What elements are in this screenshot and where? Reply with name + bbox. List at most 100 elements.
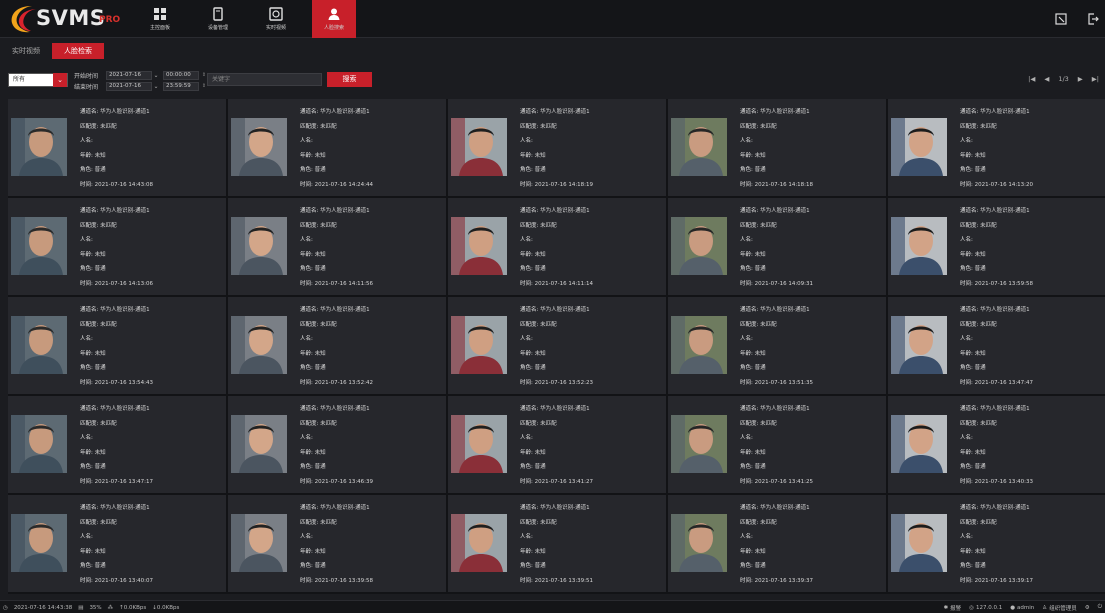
- tab-live-video[interactable]: 实时视频: [0, 43, 52, 59]
- person-role: 普通: [534, 167, 546, 174]
- face-snapshot[interactable]: [891, 514, 947, 572]
- face-snapshot[interactable]: [451, 118, 507, 176]
- face-result-info: 通道名: 华为人脸识别-通道1 匹配度: 未匹配 人名: 年龄: 未知 角色: 普通时…: [80, 204, 153, 292]
- face-snapshot[interactable]: [11, 316, 67, 374]
- face-snapshot[interactable]: [891, 415, 947, 473]
- first-page-button[interactable]: |◀: [1028, 75, 1035, 83]
- face-result-card[interactable]: 通道名: 华为人脸识别-通道1 匹配度: 未匹配 人名: 年龄: 未知 角色: 普通时…: [228, 495, 448, 594]
- search-button[interactable]: 搜索: [327, 72, 372, 87]
- face-result-card[interactable]: 通道名: 华为人脸识别-通道1 匹配度: 未匹配 人名: 年龄: 未知 角色: 普通时…: [448, 495, 668, 594]
- face-result-card[interactable]: 通道名: 华为人脸识别-通道1 匹配度: 未匹配 人名: 年龄: 未知 角色: 普通时…: [668, 297, 888, 396]
- face-result-card[interactable]: 通道名: 华为人脸识别-通道1 匹配度: 未匹配 人名: 年龄: 未知 角色: 普通时…: [668, 99, 888, 198]
- face-snapshot[interactable]: [891, 217, 947, 275]
- net-download: ↓0.0KBps: [152, 604, 180, 611]
- face-result-card[interactable]: 通道名: 华为人脸识别-通道1 匹配度: 未匹配 人名: 年龄: 未知 角色: 普通时…: [228, 99, 448, 198]
- face-snapshot[interactable]: [11, 217, 67, 275]
- face-snapshot[interactable]: [671, 118, 727, 176]
- server-ip: 127.0.0.1: [975, 604, 1003, 611]
- face-result-card[interactable]: 通道名: 华为人脸识别-通道1 匹配度: 未匹配 人名: 年龄: 未知 角色: 普通时…: [888, 495, 1105, 594]
- channel-select[interactable]: 所有 ⌄: [8, 73, 68, 87]
- prev-page-button[interactable]: ◀: [1044, 75, 1049, 83]
- person-age: 未知: [94, 251, 106, 258]
- chevron-down-icon[interactable]: ⌄: [152, 72, 160, 79]
- nav-live-video[interactable]: 实时视频: [254, 0, 298, 38]
- face-result-card[interactable]: 通道名: 华为人脸识别-通道1 匹配度: 未匹配 人名: 年龄: 未知 角色: 普通时…: [448, 396, 668, 495]
- nav-device-management[interactable]: 设备管理: [196, 0, 240, 38]
- next-page-button[interactable]: ▶: [1078, 75, 1083, 83]
- tab-face-search[interactable]: 人脸检索: [52, 43, 104, 59]
- face-snapshot[interactable]: [671, 217, 727, 275]
- face-result-card[interactable]: 通道名: 华为人脸识别-通道1 匹配度: 未匹配 人名: 年龄: 未知 角色: 普通时…: [888, 297, 1105, 396]
- face-snapshot[interactable]: [11, 118, 67, 176]
- face-result-card[interactable]: 通道名: 华为人脸识别-通道1 匹配度: 未匹配 人名: 年龄: 未知 角色: 普通时…: [8, 198, 228, 297]
- field-label: 人名:: [300, 435, 313, 442]
- face-result-card[interactable]: 通道名: 华为人脸识别-通道1 匹配度: 未匹配 人名: 年龄: 未知 角色: 普通时…: [888, 198, 1105, 297]
- face-snapshot[interactable]: [451, 514, 507, 572]
- face-result-info: 通道名: 华为人脸识别-通道1 匹配度: 未匹配 人名: 年龄: 未知 角色: 普通时…: [300, 303, 373, 391]
- last-page-button[interactable]: ▶|: [1092, 75, 1099, 83]
- field-label: 年龄:: [300, 251, 313, 258]
- face-result-card[interactable]: 通道名: 华为人脸识别-通道1 匹配度: 未匹配 人名: 年龄: 未知 角色: 普通时…: [228, 198, 448, 297]
- face-snapshot[interactable]: [671, 415, 727, 473]
- end-time-field[interactable]: 23:59:59: [163, 81, 199, 91]
- face-result-card[interactable]: 通道名: 华为人脸识别-通道1 匹配度: 未匹配 人名: 年龄: 未知 角色: 普通时…: [668, 396, 888, 495]
- face-result-card[interactable]: 通道名: 华为人脸识别-通道1 匹配度: 未匹配 人名: 年龄: 未知 角色: 普通时…: [8, 495, 228, 594]
- face-snapshot[interactable]: [11, 415, 67, 473]
- face-snapshot[interactable]: [671, 514, 727, 572]
- start-time-field[interactable]: 00:00:00: [163, 70, 199, 80]
- logo-swoosh-icon: [11, 6, 36, 33]
- nav-face-search[interactable]: 人脸搜索: [312, 0, 356, 38]
- face-snapshot[interactable]: [671, 316, 727, 374]
- alarm-label[interactable]: 报警: [950, 604, 961, 612]
- face-snapshot[interactable]: [451, 415, 507, 473]
- face-result-card[interactable]: 通道名: 华为人脸识别-通道1 匹配度: 未匹配 人名: 年龄: 未知 角色: 普通时…: [8, 99, 228, 198]
- keyword-input[interactable]: [207, 73, 322, 86]
- person-age: 未知: [974, 350, 986, 357]
- face-result-info: 通道名: 华为人脸识别-通道1 匹配度: 未匹配 人名: 年龄: 未知 角色: 普通时…: [960, 303, 1033, 391]
- field-label: 年龄:: [300, 548, 313, 555]
- face-snapshot[interactable]: [451, 316, 507, 374]
- face-snapshot[interactable]: [231, 316, 287, 374]
- minimize-window-icon[interactable]: [1055, 13, 1067, 25]
- field-label: 匹配度:: [520, 420, 539, 427]
- face-snapshot[interactable]: [231, 415, 287, 473]
- face-snapshot[interactable]: [891, 316, 947, 374]
- face-result-card[interactable]: 通道名: 华为人脸识别-通道1 匹配度: 未匹配 人名: 年龄: 未知 角色: 普通时…: [668, 495, 888, 594]
- page-indicator: 1/3: [1058, 75, 1069, 83]
- face-result-card[interactable]: 通道名: 华为人脸识别-通道1 匹配度: 未匹配 人名: 年龄: 未知 角色: 普通时…: [228, 396, 448, 495]
- face-snapshot[interactable]: [231, 514, 287, 572]
- capture-time: 2021-07-16 13:41:25: [754, 478, 814, 485]
- nav-dashboard[interactable]: 主控面板: [138, 0, 182, 38]
- face-result-card[interactable]: 通道名: 华为人脸识别-通道1 匹配度: 未匹配 人名: 年龄: 未知 角色: 普通时…: [448, 297, 668, 396]
- face-result-info: 通道名: 华为人脸识别-通道1 匹配度: 未匹配 人名: 年龄: 未知 角色: 普通时…: [80, 402, 153, 490]
- face-result-card[interactable]: 通道名: 华为人脸识别-通道1 匹配度: 未匹配 人名: 年龄: 未知 角色: 普通时…: [8, 297, 228, 396]
- power-icon[interactable]: ⏻: [1098, 604, 1102, 611]
- face-snapshot[interactable]: [11, 514, 67, 572]
- face-result-card[interactable]: 通道名: 华为人脸识别-通道1 匹配度: 未匹配 人名: 年龄: 未知 角色: 普通时…: [888, 396, 1105, 495]
- face-result-card[interactable]: 通道名: 华为人脸识别-通道1 匹配度: 未匹配 人名: 年龄: 未知 角色: 普通时…: [448, 99, 668, 198]
- face-result-card[interactable]: 通道名: 华为人脸识别-通道1 匹配度: 未匹配 人名: 年龄: 未知 角色: 普通时…: [228, 297, 448, 396]
- channel-name: 华为人脸识别-通道1: [320, 208, 370, 214]
- field-label: 时间:: [960, 379, 973, 386]
- face-snapshot[interactable]: [891, 118, 947, 176]
- face-snapshot[interactable]: [451, 217, 507, 275]
- field-label: 人名:: [300, 336, 313, 343]
- person-age: 未知: [534, 449, 546, 456]
- field-label: 通道名:: [80, 109, 99, 115]
- face-result-card[interactable]: 通道名: 华为人脸识别-通道1 匹配度: 未匹配 人名: 年龄: 未知 角色: 普通时…: [8, 396, 228, 495]
- face-snapshot[interactable]: [231, 118, 287, 176]
- face-result-card[interactable]: 通道名: 华为人脸识别-通道1 匹配度: 未匹配 人名: 年龄: 未知 角色: 普通时…: [888, 99, 1105, 198]
- field-label: 通道名:: [520, 208, 539, 214]
- face-result-card[interactable]: 通道名: 华为人脸识别-通道1 匹配度: 未匹配 人名: 年龄: 未知 角色: 普通时…: [448, 198, 668, 297]
- face-snapshot[interactable]: [231, 217, 287, 275]
- start-date-field[interactable]: 2021-07-16: [106, 70, 152, 80]
- channel-name: 华为人脸识别-通道1: [760, 208, 810, 214]
- field-label: 年龄:: [740, 251, 753, 258]
- end-date-field[interactable]: 2021-07-16: [106, 81, 152, 91]
- field-label: 时间:: [80, 280, 93, 287]
- alarm-icon[interactable]: ✱: [944, 605, 949, 611]
- face-result-card[interactable]: 通道名: 华为人脸识别-通道1 匹配度: 未匹配 人名: 年龄: 未知 角色: 普通时…: [668, 198, 888, 297]
- logout-icon[interactable]: [1087, 13, 1099, 25]
- settings-icon[interactable]: ⚙: [1085, 605, 1090, 611]
- chevron-down-icon[interactable]: ⌄: [152, 83, 160, 90]
